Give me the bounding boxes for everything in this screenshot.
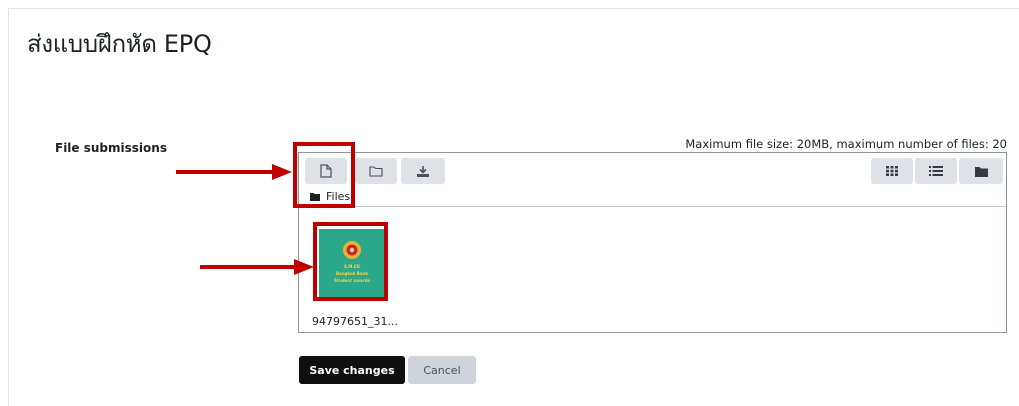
- file-name: 94797651_31...: [312, 315, 398, 328]
- download-button[interactable]: [401, 158, 445, 184]
- highlight-box-add-file: [293, 142, 355, 208]
- arrow-pointer-add-file: [176, 164, 292, 180]
- save-changes-button[interactable]: Save changes: [299, 356, 405, 384]
- icon-view-button[interactable]: [871, 158, 913, 184]
- tree-view-button[interactable]: [959, 158, 1003, 184]
- list-icon: [929, 166, 943, 176]
- page-title: ส่งแบบฝึกหัด EPQ: [27, 30, 212, 58]
- list-view-button[interactable]: [915, 158, 957, 184]
- folder-solid-icon: [974, 166, 988, 177]
- file-manager: Files S.M.ED Bangkok Bank Student awards…: [298, 152, 1007, 333]
- file-submissions-label: File submissions: [55, 141, 167, 155]
- download-icon: [417, 165, 429, 177]
- arrow-pointer-file: [200, 259, 314, 275]
- highlight-box-file: [313, 222, 388, 301]
- cancel-button[interactable]: Cancel: [408, 356, 476, 384]
- create-folder-button[interactable]: [355, 158, 397, 184]
- file-manager-toolbar: Files: [299, 153, 1006, 207]
- folder-icon: [369, 166, 383, 177]
- grid-icon: [886, 166, 898, 176]
- file-limits-text: Maximum file size: 20MB, maximum number …: [685, 137, 1007, 151]
